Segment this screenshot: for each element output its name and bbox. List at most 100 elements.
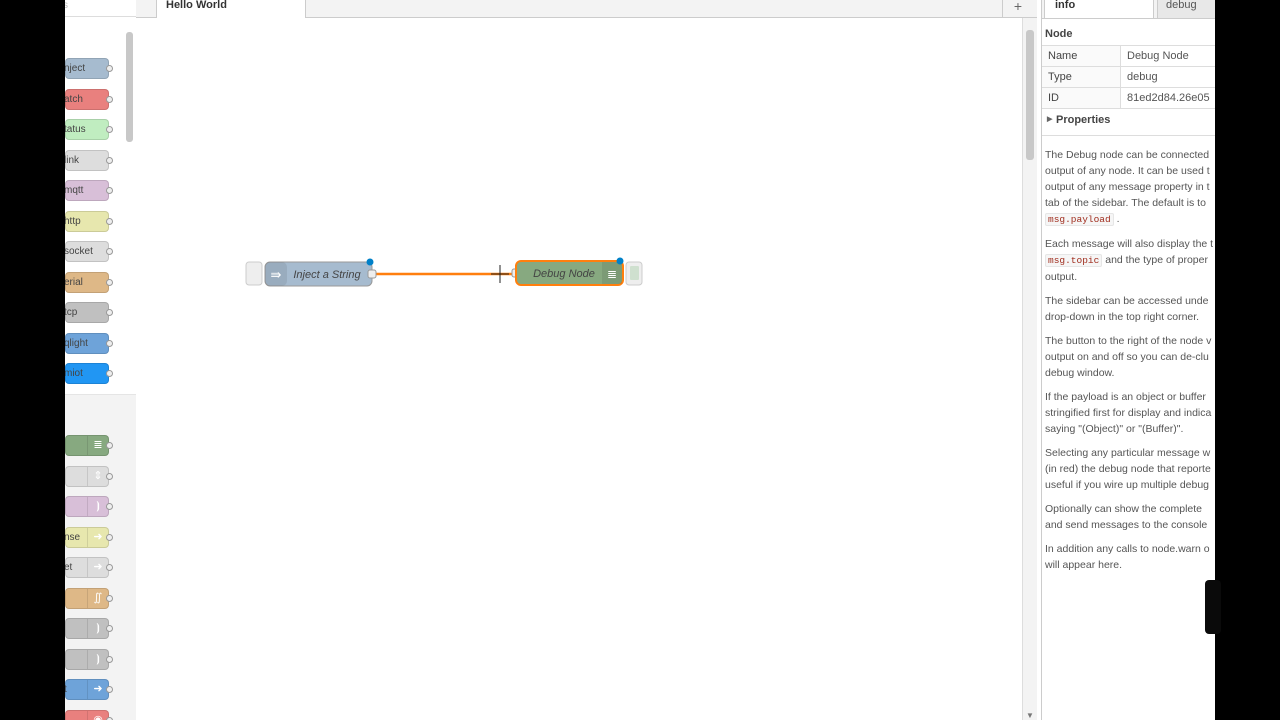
palette-node-label: erial bbox=[65, 276, 83, 288]
properties-toggle[interactable]: ▶ Properties bbox=[1042, 109, 1215, 136]
inject-node[interactable]: ⇛ Inject a String bbox=[245, 258, 377, 287]
palette-node[interactable]: ⇕ bbox=[65, 465, 113, 487]
help-line: output. bbox=[1045, 271, 1078, 283]
inject-button[interactable] bbox=[245, 261, 263, 286]
node-port bbox=[106, 65, 113, 72]
changed-indicator-icon bbox=[616, 257, 624, 265]
help-line: Each message will also display the t bbox=[1045, 238, 1214, 250]
help-line: useful if you wire up multiple debug bbox=[1045, 479, 1210, 491]
palette-node-label: link bbox=[65, 154, 80, 166]
output-port[interactable] bbox=[367, 269, 377, 279]
help-paragraph: Each message will also display the t msg… bbox=[1045, 236, 1215, 285]
debug-node-label: Debug Node bbox=[533, 268, 595, 280]
tab-divider bbox=[1002, 0, 1003, 17]
help-line: The button to the right of the node v bbox=[1045, 335, 1212, 347]
workspace: Hello World + ⇛ Inject a String ≣ Debug … bbox=[136, 0, 1037, 720]
node-port bbox=[106, 278, 113, 286]
caret-right-icon: ▶ bbox=[1047, 116, 1053, 123]
help-line: drop-down in the top right corner. bbox=[1045, 311, 1200, 323]
palette-node[interactable]: socket bbox=[65, 241, 113, 262]
node-port bbox=[106, 472, 113, 480]
palette-node[interactable]: ⦘ bbox=[65, 648, 113, 670]
tab-hello-world[interactable]: Hello World bbox=[156, 0, 306, 18]
palette-node[interactable]: link bbox=[65, 149, 113, 171]
palette-node-label: mqtt bbox=[65, 185, 84, 196]
scrollbar-thumb[interactable] bbox=[1026, 30, 1034, 160]
palette-node[interactable]: ≣ bbox=[65, 435, 113, 456]
node-type-icon: ➜ bbox=[87, 527, 108, 547]
node-type-icon: ⦘ bbox=[87, 619, 108, 638]
sidebar: info debug Node Name Debug Node Type deb… bbox=[1041, 0, 1215, 720]
palette-node[interactable]: atch bbox=[65, 88, 113, 110]
palette-node-label: miot bbox=[65, 368, 83, 379]
tab-info[interactable]: info bbox=[1044, 0, 1154, 18]
properties-label: Properties bbox=[1056, 114, 1111, 126]
palette-node[interactable]: erial bbox=[65, 271, 113, 293]
node-type-icon: ≣ bbox=[87, 436, 108, 455]
palette-node-label: http bbox=[65, 215, 81, 227]
node-port bbox=[106, 655, 113, 663]
palette-node[interactable]: t ➜ bbox=[65, 679, 113, 700]
list-lines-icon: ≣ bbox=[607, 267, 617, 281]
workspace-tabs: Hello World + bbox=[136, 0, 1037, 18]
node-port bbox=[106, 686, 113, 693]
inject-node-label: Inject a String bbox=[293, 269, 361, 281]
help-paragraph: The button to the right of the node v ou… bbox=[1045, 333, 1215, 381]
palette-node[interactable]: ⦘ bbox=[65, 618, 113, 639]
help-paragraph: In addition any calls to node.warn o wil… bbox=[1045, 541, 1215, 573]
palette-node[interactable]: qlight bbox=[65, 332, 113, 354]
palette-node-label: tatus bbox=[65, 124, 86, 135]
palette-node-label: socket bbox=[65, 246, 93, 257]
tab-debug[interactable]: debug bbox=[1157, 0, 1215, 18]
row-value: Debug Node bbox=[1120, 45, 1215, 67]
palette-node[interactable]: http bbox=[65, 210, 113, 232]
debug-node[interactable]: ≣ Debug Node bbox=[511, 257, 643, 286]
workspace-scrollbar[interactable]: ▼ bbox=[1022, 18, 1037, 720]
node-type-icon: ∬ bbox=[87, 588, 108, 608]
help-paragraph: The sidebar can be accessed unde drop-do… bbox=[1045, 293, 1215, 325]
palette-node[interactable]: et ➜ bbox=[65, 557, 113, 578]
scroll-down-icon[interactable]: ▼ bbox=[1026, 711, 1034, 720]
node-type-icon: ◉ bbox=[87, 710, 108, 720]
flow-canvas[interactable]: ⇛ Inject a String ≣ Debug Node bbox=[136, 18, 1022, 720]
palette-node[interactable]: miot bbox=[65, 363, 113, 384]
palette-node[interactable]: tcp bbox=[65, 302, 113, 323]
palette-node[interactable]: ◉ bbox=[65, 709, 113, 720]
node-port bbox=[106, 594, 113, 602]
help-line: tab of the sidebar. The default is to bbox=[1045, 197, 1206, 209]
palette-node[interactable]: ⦘ bbox=[65, 496, 113, 517]
node-type-icon: ⦘ bbox=[87, 497, 108, 516]
palette-node[interactable]: ∬ bbox=[65, 587, 113, 609]
node-port bbox=[106, 126, 113, 133]
palette-node[interactable]: mqtt bbox=[65, 180, 113, 201]
node-port bbox=[106, 309, 113, 316]
help-line: Optionally can show the complete bbox=[1045, 503, 1203, 515]
palette-node[interactable]: nject bbox=[65, 58, 113, 79]
help-line: output of any node. It can be used t bbox=[1045, 165, 1210, 177]
node-port bbox=[106, 156, 113, 164]
palette-scrollbar[interactable] bbox=[126, 32, 133, 142]
help-line: debug window. bbox=[1045, 367, 1115, 379]
palette-node[interactable]: nse ➜ bbox=[65, 526, 113, 548]
node-info-table: Name Debug Node Type debug ID 81ed2d84.2… bbox=[1042, 45, 1215, 109]
help-text: The Debug node can be connected output o… bbox=[1045, 147, 1215, 581]
row-key: ID bbox=[1042, 87, 1121, 109]
palette-node-label: nject bbox=[65, 63, 86, 74]
help-line: output of any message property in t bbox=[1045, 181, 1210, 193]
node-port bbox=[106, 503, 113, 510]
node-port bbox=[106, 370, 113, 377]
info-panel: Node Name Debug Node Type debug ID 81ed2… bbox=[1042, 19, 1215, 720]
table-row: Name Debug Node bbox=[1042, 45, 1215, 67]
add-flow-button[interactable]: + bbox=[1011, 0, 1025, 16]
arrow-right-icon: ⇛ bbox=[271, 267, 282, 282]
help-paragraph: Selecting any particular message w (in r… bbox=[1045, 445, 1215, 493]
palette-node-label: atch bbox=[65, 93, 83, 105]
node-port bbox=[106, 95, 113, 103]
row-value: 81ed2d84.26e05 bbox=[1120, 87, 1215, 109]
node-port bbox=[106, 564, 113, 571]
help-line: If the payload is an object or buffer bbox=[1045, 391, 1206, 403]
row-value: debug bbox=[1120, 66, 1215, 88]
palette-node-label: qlight bbox=[65, 337, 88, 349]
palette-node[interactable]: tatus bbox=[65, 119, 113, 140]
help-line: output on and off so you can de-clu bbox=[1045, 351, 1209, 363]
